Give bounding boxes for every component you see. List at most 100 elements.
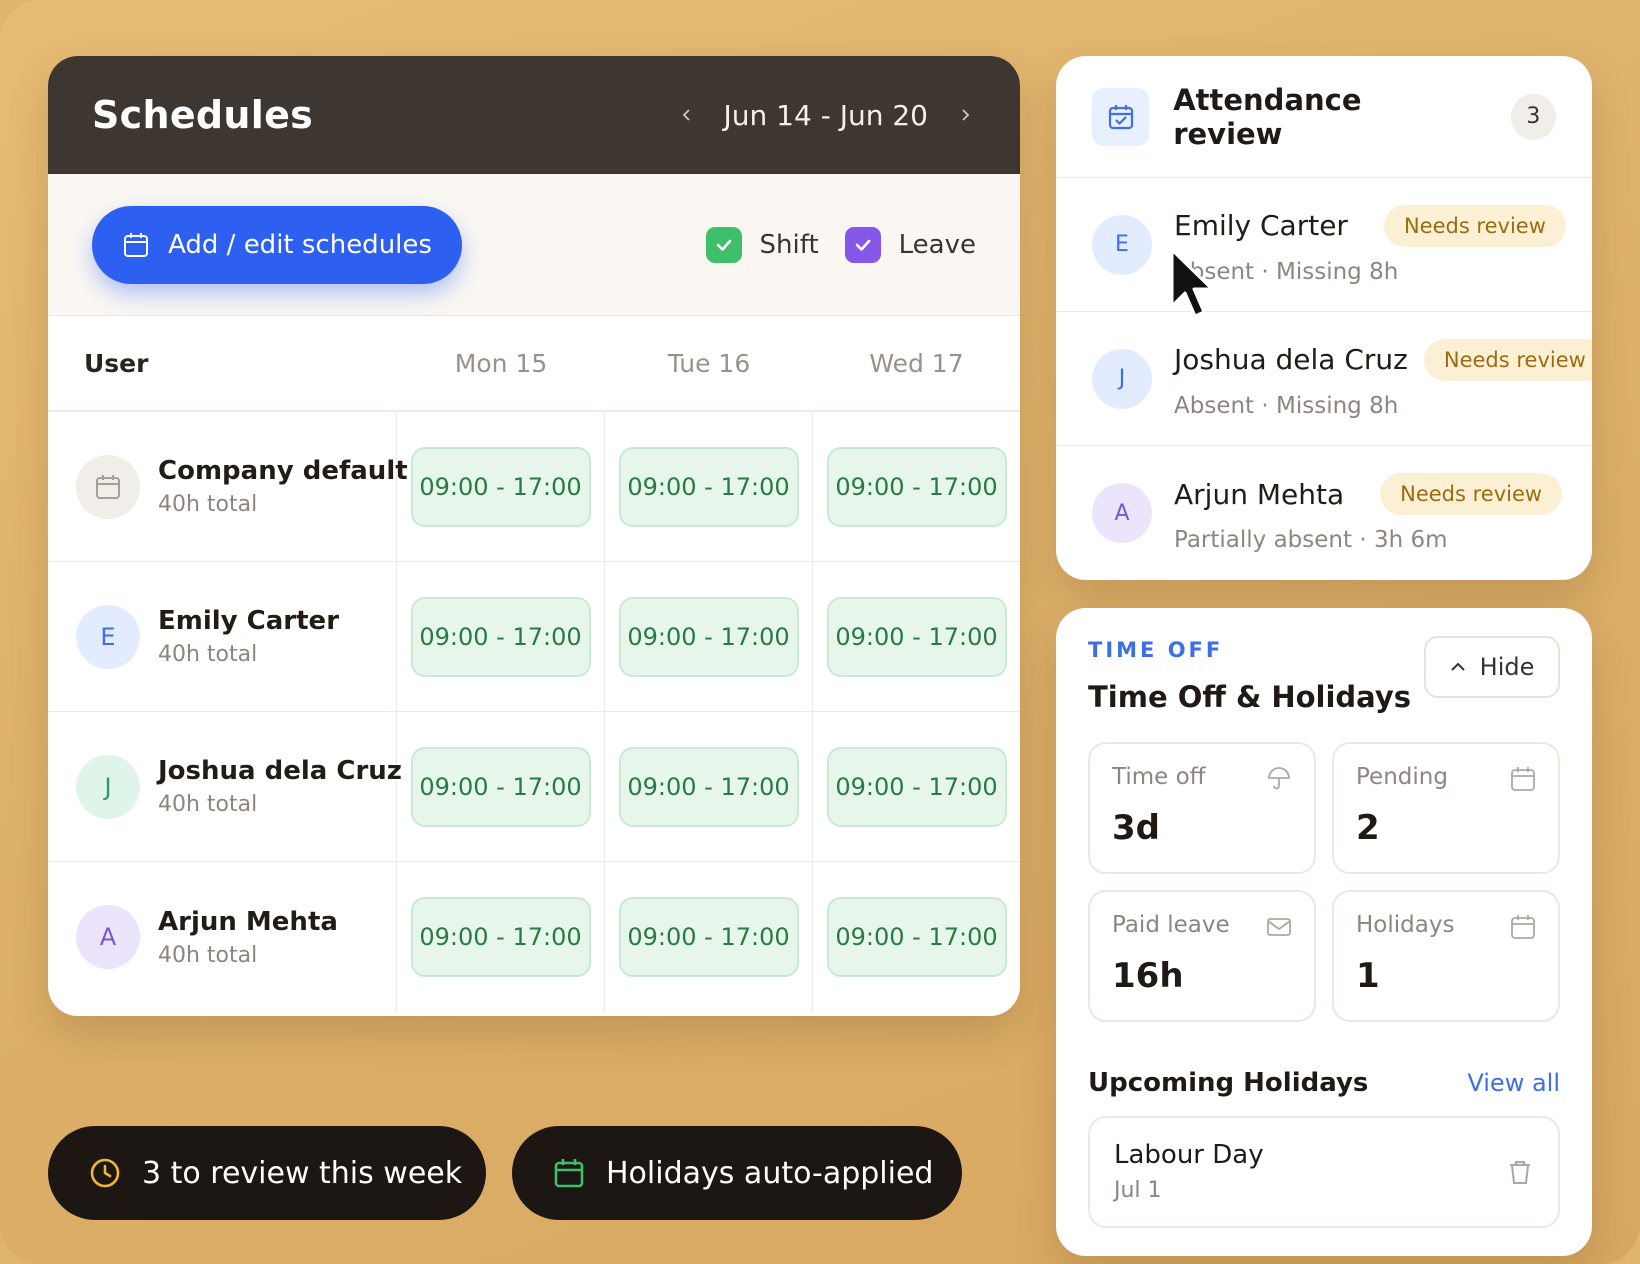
column-day: Mon 15 [454,348,548,378]
user-name: Emily Carter [158,606,340,636]
check-icon [716,239,731,251]
legend-leave[interactable]: Leave [844,226,976,263]
week-navigator: Jun 14 - Jun 20 [676,99,976,132]
shift-cell: 09:00 - 17:00 [397,412,605,561]
shift-pill[interactable]: 09:00 - 17:00 [618,596,799,677]
stat-value: 3d [1112,808,1160,848]
user-cell[interactable]: A Arjun Mehta 40h total [48,862,397,1012]
clock-icon [90,1158,120,1188]
shift-pill[interactable]: 09:00 - 17:00 [826,746,1007,827]
stat-time-off[interactable]: Time off 3d [1088,742,1316,874]
hide-button[interactable]: Hide [1424,636,1560,698]
user-cell[interactable]: Company default 40h total [48,412,408,561]
legend: Shift Leave [705,226,976,263]
schedules-toolbar: Add / edit schedules Shift Leave [48,174,1020,316]
table-row: Company default 40h total 09:00 - 17:00 … [48,412,1020,562]
shift-cell: 09:00 - 17:00 [397,712,605,861]
calendar-icon [1511,915,1535,939]
user-total: 40h total [158,792,258,817]
column-day: Tue 16 [667,348,751,378]
review-summary-pill[interactable]: 3 to review this week [48,1126,486,1220]
avatar [76,454,140,519]
time-off-kicker: TIME OFF [1088,638,1224,662]
column-user: User [84,348,149,378]
shift-pill[interactable]: 09:00 - 17:00 [826,446,1007,527]
stat-pending[interactable]: Pending 2 [1332,742,1560,874]
next-week-chevron-right-icon[interactable] [954,104,976,126]
shift-pill[interactable]: 09:00 - 17:00 [410,746,591,827]
user-name: Company default [158,456,408,486]
schedules-title: Schedules [92,93,314,137]
stat-label: Time off [1112,764,1206,790]
stat-paid-leave[interactable]: Paid leave 16h [1088,890,1316,1022]
shift-pill[interactable]: 09:00 - 17:00 [410,446,591,527]
time-off-card: TIME OFF Time Off & Holidays Hide Time o… [1056,608,1592,1256]
upcoming-holidays-header: Upcoming Holidays View all [1088,1068,1560,1098]
user-total: 40h total [158,942,258,968]
avatar: E [76,604,140,669]
schedule-table-body: Company default 40h total 09:00 - 17:00 … [48,412,1020,1012]
shift-pill[interactable]: 09:00 - 17:00 [618,897,799,977]
shift-cell: 09:00 - 17:00 [605,862,813,1012]
holidays-auto-applied-pill[interactable]: Holidays auto-applied [512,1126,962,1220]
schedules-header: Schedules Jun 14 - Jun 20 [48,56,1020,174]
stat-label: Pending [1356,764,1448,790]
calendar-icon [554,1159,584,1188]
user-total: 40h total [158,492,258,517]
holidays-auto-applied-label: Holidays auto-applied [606,1155,934,1191]
schedules-card: Schedules Jun 14 - Jun 20 Add / edit sch… [48,56,1020,1016]
shift-pill[interactable]: 09:00 - 17:00 [826,897,1007,977]
attendance-review-card: Attendance review 3 E Emily Carter Needs… [1056,56,1592,580]
attendance-name: Arjun Mehta [1174,477,1345,511]
table-row: E Emily Carter 40h total 09:00 - 17:00 0… [48,562,1020,712]
add-edit-schedules-label: Add / edit schedules [168,229,432,260]
user-cell[interactable]: E Emily Carter 40h total [48,562,397,711]
shift-cell: 09:00 - 17:00 [397,862,605,1012]
calendar-check-icon [1092,87,1150,146]
umbrella-icon [1268,767,1290,790]
stat-holidays[interactable]: Holidays 1 [1332,890,1560,1022]
attendance-detail: Partially absent · 3h 6m [1174,527,1448,553]
add-edit-schedules-button[interactable]: Add / edit schedules [92,205,462,284]
shift-pill[interactable]: 09:00 - 17:00 [410,596,591,677]
table-row: J Joshua dela Cruz 40h total 09:00 - 17:… [48,712,1020,862]
shift-cell: 09:00 - 17:00 [605,562,813,711]
attendance-title: Attendance review [1173,82,1362,151]
attendance-item[interactable]: A Arjun Mehta Needs review Partially abs… [1056,446,1592,580]
upcoming-holidays-title: Upcoming Holidays [1088,1068,1369,1098]
attendance-count-badge: 3 [1510,93,1556,140]
legend-shift[interactable]: Shift [705,226,819,263]
view-all-link[interactable]: View all [1467,1069,1560,1097]
avatar: A [1092,483,1152,543]
calendar-icon [1511,767,1535,791]
user-total: 40h total [158,642,258,667]
shift-pill[interactable]: 09:00 - 17:00 [618,746,799,827]
shift-pill[interactable]: 09:00 - 17:00 [410,897,591,977]
avatar: A [76,905,140,969]
shift-cell: 09:00 - 17:00 [605,412,813,561]
check-icon [855,239,870,251]
holiday-item[interactable]: Labour Day Jul 1 [1088,1116,1560,1228]
trash-icon[interactable] [1506,1158,1534,1186]
review-summary-label: 3 to review this week [142,1155,463,1191]
leave-checkbox[interactable] [844,226,881,263]
attendance-detail: Absent · Missing 8h [1174,258,1399,285]
attendance-item[interactable]: J Joshua dela Cruz Needs review Absent ·… [1056,312,1592,446]
attendance-item[interactable]: E Emily Carter Needs review Absent · Mis… [1056,178,1592,312]
shift-pill[interactable]: 09:00 - 17:00 [826,596,1007,677]
holiday-name: Labour Day [1114,1140,1264,1170]
user-cell[interactable]: J Joshua dela Cruz 40h total [48,712,402,861]
shift-cell: 09:00 - 17:00 [397,562,605,711]
user-name: Joshua dela Cruz [158,756,402,786]
week-range-label: Jun 14 - Jun 20 [723,98,928,132]
prev-week-chevron-left-icon[interactable] [676,104,698,126]
user-name: Arjun Mehta [158,906,338,937]
shift-pill[interactable]: 09:00 - 17:00 [618,446,799,527]
attendance-name: Emily Carter [1174,209,1348,242]
table-row: A Arjun Mehta 40h total 09:00 - 17:00 09… [48,862,1020,1012]
avatar: E [1092,214,1152,275]
mail-icon [1267,918,1291,936]
holiday-date: Jul 1 [1114,1178,1162,1203]
needs-review-badge: Needs review [1383,204,1566,247]
shift-checkbox[interactable] [705,226,742,263]
